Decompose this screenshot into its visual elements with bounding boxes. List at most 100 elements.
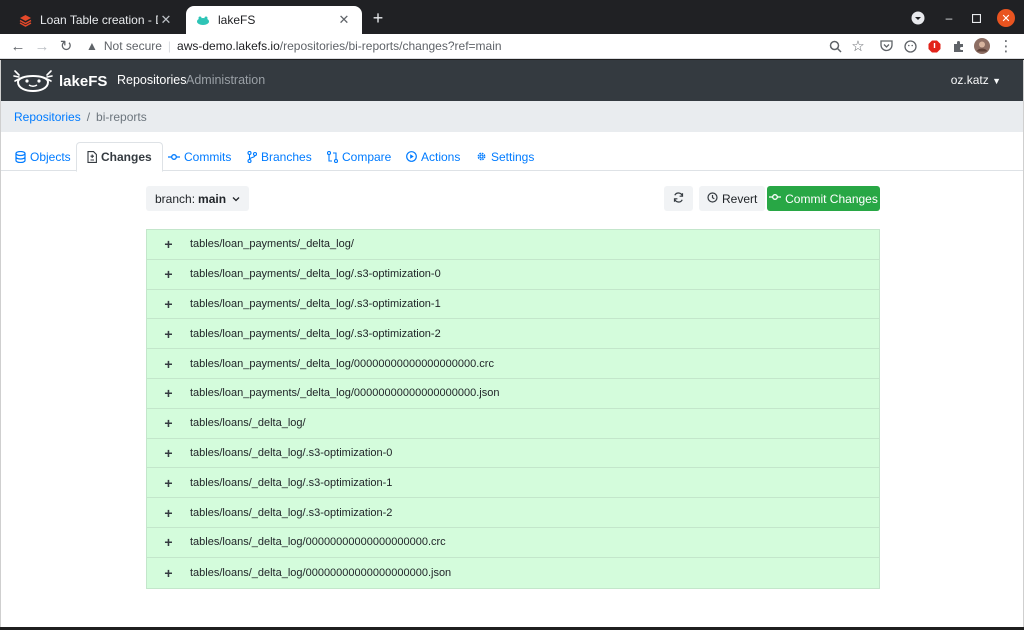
change-path: tables/loans/_delta_log/.s3-optimization… [190,476,393,489]
breadcrumb-current-repo: bi-reports [96,109,147,124]
change-row[interactable]: + tables/loans/_delta_log/ [147,408,879,439]
commit-changes-label: Commit Changes [785,191,878,206]
lakefs-app: lakeFS Repositories Administration oz.ka… [0,60,1024,627]
reload-icon[interactable]: ↻ [56,36,76,56]
change-row[interactable]: + tables/loans/_delta_log/000000000000000… [147,527,879,558]
chrome-menu-icon[interactable]: ⋮ [996,36,1016,56]
tab-objects-label: Objects [30,149,71,164]
git-compare-icon [327,150,338,163]
change-row[interactable]: + tables/loan_payments/_delta_log/0000000… [147,378,879,409]
change-row[interactable]: + tables/loans/_delta_log/000000000000000… [147,557,879,588]
nav-administration-link[interactable]: Administration [186,73,265,87]
back-arrow-icon[interactable]: ← [8,36,28,56]
change-path: tables/loan_payments/_delta_log/.s3-opti… [190,327,441,340]
zoom-search-icon[interactable] [825,36,845,56]
new-tab-button[interactable]: + [368,8,388,28]
change-row[interactable]: + tables/loan_payments/_delta_log/.s3-opt… [147,259,879,290]
tab-settings[interactable]: Settings [466,142,544,171]
added-plus-icon: + [164,504,173,521]
changes-list: + tables/loan_payments/_delta_log/ + table… [146,229,880,589]
tab-commits-label: Commits [184,149,232,164]
url-path: /repositories/bi-reports/changes?ref=mai… [279,39,502,53]
added-plus-icon: + [164,534,173,551]
changes-action-row: branch: main Revert Commit Changes [1,186,1023,212]
extensions-puzzle-icon[interactable] [948,36,968,56]
close-icon: ✕ [997,9,1015,27]
refresh-button[interactable] [664,186,693,211]
address-bar[interactable]: ▲ Not secure | aws-demo.lakefs.io/reposi… [86,35,826,57]
url-host: aws-demo.lakefs.io [177,39,280,53]
git-branch-icon [247,150,257,163]
branch-name: main [198,191,227,206]
tab-branches[interactable]: Branches [237,142,322,171]
change-path: tables/loan_payments/_delta_log/ [190,238,354,251]
tab-actions-label: Actions [421,149,461,164]
user-menu-dropdown[interactable]: oz.katz ▼ [951,73,1001,87]
added-plus-icon: + [164,385,173,402]
change-path: tables/loans/_delta_log/.s3-optimization… [190,506,393,519]
tab-branches-label: Branches [261,149,312,164]
tab-settings-label: Settings [491,149,535,164]
close-tab-icon[interactable]: ✕ [158,12,174,28]
user-name: oz.katz [950,73,989,87]
profile-avatar-icon[interactable] [972,36,992,56]
history-icon [707,191,718,206]
tab-actions[interactable]: Actions [396,142,470,171]
chevron-down-icon: ▼ [992,76,1001,86]
breadcrumb-repositories-link[interactable]: Repositories [14,110,81,124]
added-plus-icon: + [164,415,173,432]
nav-repositories-link[interactable]: Repositories [117,73,186,87]
brand-logo[interactable]: lakeFS [13,69,107,93]
security-label: Not secure [103,39,162,53]
window-close-button[interactable]: ✕ [996,8,1016,28]
top-navbar: lakeFS Repositories Administration oz.ka… [1,60,1023,101]
warning-icon: ▲ [86,39,98,53]
added-plus-icon: + [164,295,173,312]
change-row[interactable]: + tables/loans/_delta_log/.s3-optimizatio… [147,438,879,469]
git-commit-icon [168,153,180,161]
bookmark-star-icon[interactable]: ☆ [848,36,868,56]
change-path: tables/loan_payments/_delta_log/00000000… [190,387,500,400]
change-path: tables/loans/_delta_log/0000000000000000… [190,536,446,549]
database-icon [15,150,26,163]
close-tab-icon[interactable]: ✕ [336,12,352,28]
added-plus-icon: + [164,564,173,581]
added-plus-icon: + [164,474,173,491]
tab-search-icon[interactable] [908,8,928,28]
browser-tab-title: lakeFS [218,13,256,27]
tab-compare[interactable]: Compare [317,142,401,171]
lakefs-favicon-icon [196,13,210,27]
chevron-down-icon [232,194,240,204]
change-path: tables/loans/_delta_log/.s3-optimization… [190,446,393,459]
pocket-icon[interactable] [876,36,896,56]
minimize-icon[interactable]: ‒ [939,8,959,28]
tab-changes[interactable]: Changes [76,142,163,172]
repo-tabs: Objects Changes Commits Branches Compare [1,142,1023,172]
change-row[interactable]: + tables/loan_payments/_delta_log/.s3-opt… [147,319,879,350]
databricks-icon [18,13,32,27]
tab-objects[interactable]: Objects [5,142,81,171]
commit-changes-button[interactable]: Commit Changes [767,186,880,211]
address-divider: | [167,39,172,53]
tab-commits[interactable]: Commits [158,142,241,171]
change-row[interactable]: + tables/loans/_delta_log/.s3-optimizatio… [147,498,879,528]
refresh-icon [673,191,684,206]
adblock-icon[interactable] [924,36,944,56]
change-row[interactable]: + tables/loans/_delta_log/.s3-optimizatio… [147,468,879,499]
browser-tab-databricks[interactable]: Loan Table creation - Data ✕ [8,6,184,34]
added-plus-icon: + [164,236,173,253]
change-row[interactable]: + tables/loan_payments/_delta_log/ [147,230,879,260]
change-path: tables/loan_payments/_delta_log/.s3-opti… [190,268,441,281]
tab-compare-label: Compare [342,149,392,164]
change-row[interactable]: + tables/loan_payments/_delta_log/0000000… [147,349,879,379]
branch-selector-dropdown[interactable]: branch: main [146,186,250,211]
added-plus-icon: + [164,355,173,372]
extension-face-icon[interactable] [900,36,920,56]
browser-tab-lakefs[interactable]: lakeFS ✕ [186,6,362,34]
maximize-icon[interactable] [966,8,986,28]
change-row[interactable]: + tables/loan_payments/_delta_log/.s3-opt… [147,289,879,320]
change-path: tables/loans/_delta_log/ [190,417,306,430]
browser-tab-title: Loan Table creation - Data [40,13,158,27]
revert-button[interactable]: Revert [699,186,766,211]
forward-arrow-icon[interactable]: → [32,36,52,56]
